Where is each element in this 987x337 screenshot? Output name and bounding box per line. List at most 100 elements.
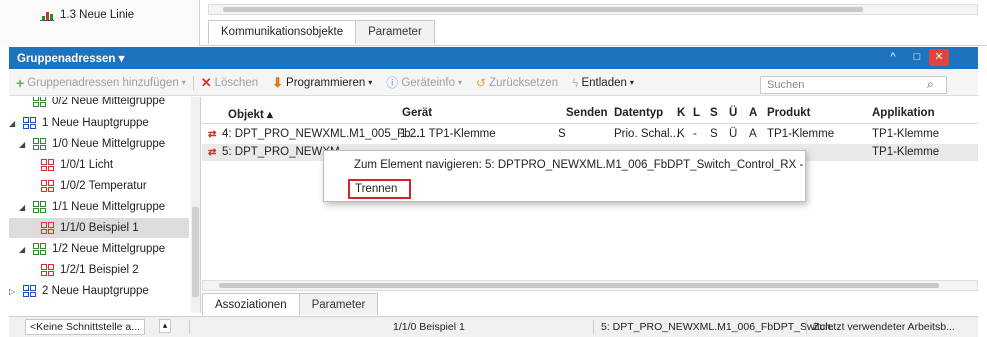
col-ue[interactable]: Ü (729, 107, 737, 119)
add-group-address-button[interactable]: + Gruppenadressen hinzufügen ▾ (9, 70, 193, 96)
interface-selector[interactable]: <Keine Schnittstelle a... (25, 319, 146, 335)
table-horizontal-scrollbar[interactable] (202, 280, 978, 291)
context-menu: Zum Element navigieren: 5: DPTPRO_NEWXML… (323, 150, 806, 202)
expand-arrow-icon[interactable]: ◢ (19, 203, 27, 212)
col-s[interactable]: S (710, 107, 718, 119)
cell-l: - (693, 128, 697, 140)
tree-vertical-scrollbar[interactable] (191, 97, 200, 313)
group-icon (33, 97, 46, 107)
tree-item[interactable]: 1/0/1 Licht (9, 155, 113, 175)
tree-item[interactable]: 0/2 Neue Mittelgruppe (19, 97, 165, 111)
col-produkt[interactable]: Produkt (767, 107, 810, 119)
col-geraet[interactable]: Gerät (402, 107, 432, 119)
top-tree (0, 0, 200, 46)
unload-button[interactable]: ϟ Entladen ▾ (565, 70, 641, 96)
cell-geraet: 1.2.1 TP1-Klemme (400, 128, 496, 140)
disconnect-item[interactable]: Trennen (348, 179, 411, 199)
chevron-down-icon: ▾ (368, 78, 373, 87)
col-datentyp[interactable]: Datentyp (614, 107, 663, 119)
association-icon: ⇄ (208, 129, 217, 140)
tree-item-label: 0/2 Neue Mittelgruppe (52, 97, 166, 107)
panel-title[interactable]: Gruppenadressen ▾ (17, 51, 124, 65)
chevron-up-icon[interactable]: ▴ (159, 319, 171, 333)
group-icon (33, 138, 46, 150)
search-input[interactable]: Suchen (760, 76, 947, 94)
col-a[interactable]: A (749, 107, 757, 119)
expand-arrow-icon[interactable]: ◢ (19, 245, 27, 254)
group-icon (41, 159, 54, 171)
tree-item-label: 1 Neue Hauptgruppe (42, 117, 149, 129)
info-icon: ⓘ (386, 76, 399, 90)
tree-item-label: 1/0/1 Licht (60, 159, 114, 171)
cell-a: A (749, 128, 757, 140)
tree-item[interactable]: ◢ 1/1 Neue Mittelgruppe (19, 197, 165, 217)
tree-item[interactable]: ◢ 1/0 Neue Mittelgruppe (19, 134, 165, 154)
status-selection: 1/1/0 Beispiel 1 (393, 321, 465, 333)
expand-arrow-icon[interactable]: ◢ (9, 119, 17, 128)
line-icon (40, 8, 54, 21)
chevron-down-icon: ▾ (629, 78, 634, 87)
status-object: 5: DPT_PRO_NEWXML.M1_006_FbDPT_Switch... (601, 321, 840, 333)
delete-button[interactable]: ✕ Löschen (194, 70, 265, 96)
tree-item-label: 1/1/0 Beispiel 1 (60, 222, 139, 234)
reset-icon: ↺ (476, 75, 487, 90)
delete-x-icon: ✕ (200, 74, 212, 90)
cell-produkt: TP1-Klemme (767, 128, 835, 140)
group-icon (23, 117, 36, 129)
col-objekt[interactable]: Objekt ▴ (228, 107, 273, 121)
col-l[interactable]: L (693, 107, 700, 119)
status-bar: <Keine Schnittstelle a... ▴ 1/1/0 Beispi… (9, 316, 978, 337)
tree-item-label: 1/2/1 Beispiel 2 (60, 264, 139, 276)
chevron-down-icon: ▾ (458, 78, 463, 87)
expand-arrow-icon[interactable]: ◢ (19, 140, 27, 149)
expand-arrow-icon[interactable]: ▷ (9, 287, 17, 296)
reset-button[interactable]: ↺ Zurücksetzen (469, 70, 565, 96)
col-applikation[interactable]: Applikation (872, 107, 935, 119)
association-icon: ⇄ (208, 147, 217, 158)
device-info-button[interactable]: ⓘ Geräteinfo ▾ (379, 70, 469, 96)
tree-item-label: 1/2 Neue Mittelgruppe (52, 243, 166, 255)
tree-item[interactable]: ▷ 2 Neue Hauptgruppe (9, 281, 149, 301)
tree-item[interactable]: ◢ 1 Neue Hauptgruppe (9, 113, 149, 133)
tree-item-neue-linie[interactable]: 1.3 Neue Linie (40, 8, 134, 21)
tab-parameter-top[interactable]: Parameter (355, 20, 435, 44)
cell-objekt: 4: DPT_PRO_NEWXML.M1_005_Fb... (222, 128, 421, 140)
cell-k: K (677, 128, 685, 140)
top-horizontal-scrollbar[interactable] (208, 4, 978, 15)
maximize-icon[interactable]: □ (907, 49, 927, 66)
group-icon (23, 285, 36, 297)
search-icon[interactable]: ⌕ (927, 77, 943, 93)
program-button[interactable]: ⬇ Programmieren ▾ (265, 70, 379, 96)
cell-senden: S (558, 128, 566, 140)
navigate-to-element-item[interactable]: Zum Element navigieren: 5: DPTPRO_NEWXML… (354, 159, 803, 171)
bottom-tabs: Assoziationen Parameter (202, 293, 379, 315)
tree-item[interactable]: 1/2/1 Beispiel 2 (9, 260, 139, 280)
top-tabs: Kommunikationsobjekte Parameter (208, 20, 435, 44)
group-icon (41, 264, 54, 276)
group-address-tree: 0/2 Neue Mittelgruppe ◢ 1 Neue Hauptgruppe… (9, 97, 201, 313)
tab-kommunikationsobjekte[interactable]: Kommunikationsobjekte (208, 20, 357, 44)
status-workspace: Zuletzt verwendeter Arbeitsb... (813, 321, 955, 333)
tree-item-label: 1/0/2 Temperatur (60, 180, 147, 192)
chevron-down-icon: ▾ (181, 78, 186, 87)
tree-item[interactable]: ◢ 1/2 Neue Mittelgruppe (19, 239, 165, 259)
table-header: Objekt ▴ Gerät Senden Datentyp K L S Ü A… (202, 104, 978, 124)
tab-parameter-bottom[interactable]: Parameter (298, 293, 379, 315)
tree-item-label: 1/1 Neue Mittelgruppe (52, 201, 166, 213)
close-icon[interactable]: ✕ (929, 49, 949, 66)
program-arrow-icon: ⬇ (272, 74, 284, 90)
group-icon (33, 201, 46, 213)
cell-s: S (710, 128, 718, 140)
tree-item[interactable]: 1/1/0 Beispiel 1 (9, 218, 189, 238)
table-row[interactable]: ⇄ 4: DPT_PRO_NEWXML.M1_005_Fb... 1.2.1 T… (202, 126, 978, 143)
group-icon (41, 180, 54, 192)
col-k[interactable]: K (677, 107, 685, 119)
collapse-icon[interactable]: ^ (883, 49, 903, 66)
cell-applikation: TP1-Klemme (872, 128, 940, 140)
col-senden[interactable]: Senden (566, 107, 608, 119)
cell-datentyp: Prio. Schal... (614, 128, 680, 140)
panel-titlebar: Gruppenadressen ▾ ^ □ ✕ (9, 47, 978, 69)
tab-assoziationen[interactable]: Assoziationen (202, 293, 300, 315)
tree-item[interactable]: 1/0/2 Temperatur (9, 176, 147, 196)
group-icon (33, 243, 46, 255)
